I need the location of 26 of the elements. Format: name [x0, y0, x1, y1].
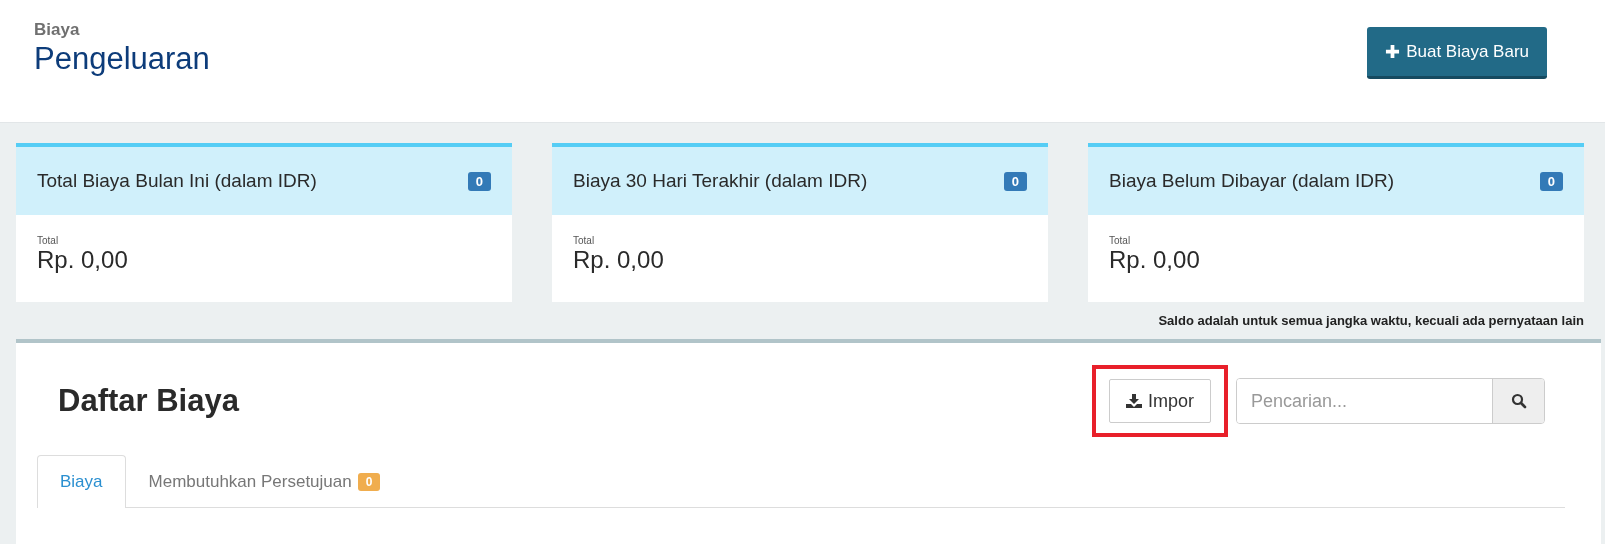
- total-amount: Rp. 0,00: [37, 246, 129, 274]
- total-label: Total: [1109, 235, 1132, 246]
- list-title: Daftar Biaya: [58, 383, 239, 419]
- count-badge: 0: [1003, 171, 1027, 191]
- count-badge: 0: [467, 171, 491, 191]
- total-label: Total: [573, 235, 596, 246]
- download-icon: [1126, 394, 1142, 408]
- breadcrumb: Biaya: [34, 20, 81, 40]
- tab[interactable]: Membutuhkan Persetujuan 0: [125, 455, 404, 508]
- count-badge: 0: [357, 473, 381, 491]
- plus-icon: [1385, 44, 1401, 59]
- search-field[interactable]: Pencarian...: [1236, 378, 1545, 424]
- import-button[interactable]: Impor: [1109, 379, 1211, 423]
- search-icon: [1510, 393, 1527, 409]
- balance-note: Saldo adalah untuk semua jangka waktu, kecuali ada pernyataan lain: [1158, 313, 1584, 328]
- tab[interactable]: Biaya: [37, 455, 126, 508]
- search-button[interactable]: [1492, 379, 1544, 423]
- card-title: Biaya 30 Hari Terakhir (dalam IDR): [573, 170, 868, 192]
- total-amount: Rp. 0,00: [1109, 246, 1201, 274]
- card-title: Total Biaya Bulan Ini (dalam IDR): [37, 170, 317, 192]
- total-label: Total: [37, 235, 60, 246]
- card-title: Biaya Belum Dibayar (dalam IDR): [1109, 170, 1395, 192]
- new-expense-button[interactable]: Buat Biaya Baru: [1367, 27, 1547, 79]
- page-title: Pengeluaran: [34, 40, 210, 78]
- total-amount: Rp. 0,00: [573, 246, 665, 274]
- count-badge: 0: [1539, 171, 1563, 191]
